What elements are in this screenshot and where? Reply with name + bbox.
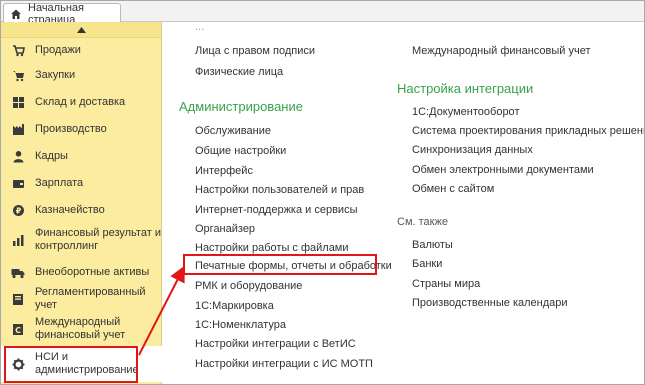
link-internet-support[interactable]: Интернет-поддержка и сервисы xyxy=(195,204,357,216)
sidebar-item-label: Кадры xyxy=(35,149,68,162)
link-interface[interactable]: Интерфейс xyxy=(195,165,253,177)
link-production-calendars[interactable]: Производственные календари xyxy=(412,297,568,309)
tab-strip: Начальная страница xyxy=(1,1,644,26)
sidebar: Продажи Закупки Склад и доставка Произво… xyxy=(1,22,162,384)
svg-text:₽: ₽ xyxy=(15,206,21,215)
link-currencies[interactable]: Валюты xyxy=(412,239,453,251)
sidebar-item-treasury[interactable]: ₽ Казначейство xyxy=(1,201,162,219)
link-vetis-integration[interactable]: Настройки интеграции с ВетИС xyxy=(195,338,356,350)
sidebar-item-sales[interactable]: Продажи xyxy=(1,41,162,59)
wallet-icon xyxy=(11,176,25,190)
cart-icon xyxy=(11,43,25,57)
link-signatories[interactable]: Лица с правом подписи xyxy=(195,45,315,57)
svg-text:C: C xyxy=(15,326,21,335)
link-countries[interactable]: Страны мира xyxy=(412,278,480,290)
sidebar-item-label: Продажи xyxy=(35,43,81,56)
link-solution-design[interactable]: Система проектирования прикладных решени… xyxy=(412,125,644,137)
sidebar-item-warehouse[interactable]: Склад и доставка xyxy=(1,93,162,111)
sidebar-item-hr[interactable]: Кадры xyxy=(1,147,162,165)
link-user-settings[interactable]: Настройки пользователей и прав xyxy=(195,184,364,196)
sidebar-item-financial-result[interactable]: Финансовый результат и контроллинг xyxy=(1,225,162,255)
highlight-box-nsi-admin xyxy=(4,346,138,383)
section-title-integration: Настройка интеграции xyxy=(397,81,534,96)
chart-icon xyxy=(11,233,25,247)
coin-icon: ₽ xyxy=(11,203,25,217)
sidebar-item-label: Склад и доставка xyxy=(35,95,126,108)
link-general-settings[interactable]: Общие настройки xyxy=(195,145,286,157)
app-window: Начальная страница Продажи Закупки Склад… xyxy=(0,0,645,385)
shopping-cart-icon xyxy=(11,68,25,82)
link-pos-equipment[interactable]: РМК и оборудование xyxy=(195,280,302,292)
section-title-see-also: См. также xyxy=(397,216,448,228)
sidebar-item-salary[interactable]: Зарплата xyxy=(1,174,162,192)
sidebar-item-purchases[interactable]: Закупки xyxy=(1,66,162,84)
sidebar-item-label: Зарплата xyxy=(35,176,84,189)
link-maintenance[interactable]: Обслуживание xyxy=(195,125,271,137)
sidebar-scroll-up-button[interactable] xyxy=(1,22,161,38)
link-site-exchange[interactable]: Обмен с сайтом xyxy=(412,183,494,195)
main-panel: ... Лица с правом подписи Физические лиц… xyxy=(163,22,644,384)
truck-icon xyxy=(11,265,25,279)
link-individuals[interactable]: Физические лица xyxy=(195,66,283,78)
sidebar-item-label: Международный финансовый учет xyxy=(35,316,126,341)
sidebar-item-production[interactable]: Производство xyxy=(1,120,162,138)
warehouse-icon xyxy=(11,95,25,109)
tab-home[interactable]: Начальная страница xyxy=(3,2,121,26)
sidebar-item-label: Производство xyxy=(35,122,107,135)
home-icon xyxy=(10,8,22,20)
cut-off-link[interactable]: ... xyxy=(195,24,204,30)
sidebar-item-international-accounting[interactable]: C Международный финансовый учет xyxy=(1,314,162,344)
person-icon xyxy=(11,149,25,163)
international-ledger-icon: C xyxy=(11,322,25,336)
section-title-administration: Администрирование xyxy=(179,99,303,114)
link-marking[interactable]: 1С:Маркировка xyxy=(195,300,274,312)
sidebar-item-fixed-assets[interactable]: Внеоборотные активы xyxy=(1,263,162,281)
triangle-up-icon xyxy=(76,24,86,36)
factory-icon xyxy=(11,122,25,136)
sidebar-item-label: Финансовый результат и контроллинг xyxy=(35,227,161,252)
sidebar-item-label: Регламентированный учет xyxy=(35,286,146,311)
link-banks[interactable]: Банки xyxy=(412,258,442,270)
sidebar-item-label: Закупки xyxy=(35,68,76,81)
sidebar-item-label: Внеоборотные активы xyxy=(35,265,150,278)
sidebar-item-regulated-accounting[interactable]: Регламентированный учет xyxy=(1,286,162,311)
link-file-settings[interactable]: Настройки работы с файлами xyxy=(195,242,349,254)
link-data-sync[interactable]: Синхронизация данных xyxy=(412,144,533,156)
link-organizer[interactable]: Органайзер xyxy=(195,223,255,235)
ledger-icon xyxy=(11,292,25,306)
link-document-flow[interactable]: 1С:Документооборот xyxy=(412,106,519,118)
link-edi[interactable]: Обмен электронными документами xyxy=(412,164,594,176)
link-nomenclature[interactable]: 1С:Номенклатура xyxy=(195,319,286,331)
link-international-accounting[interactable]: Международный финансовый учет xyxy=(412,45,591,57)
highlight-box-print-forms xyxy=(183,254,377,275)
sidebar-item-label: Казначейство xyxy=(35,203,105,216)
link-motp-integration[interactable]: Настройки интеграции с ИС МОТП xyxy=(195,358,373,370)
